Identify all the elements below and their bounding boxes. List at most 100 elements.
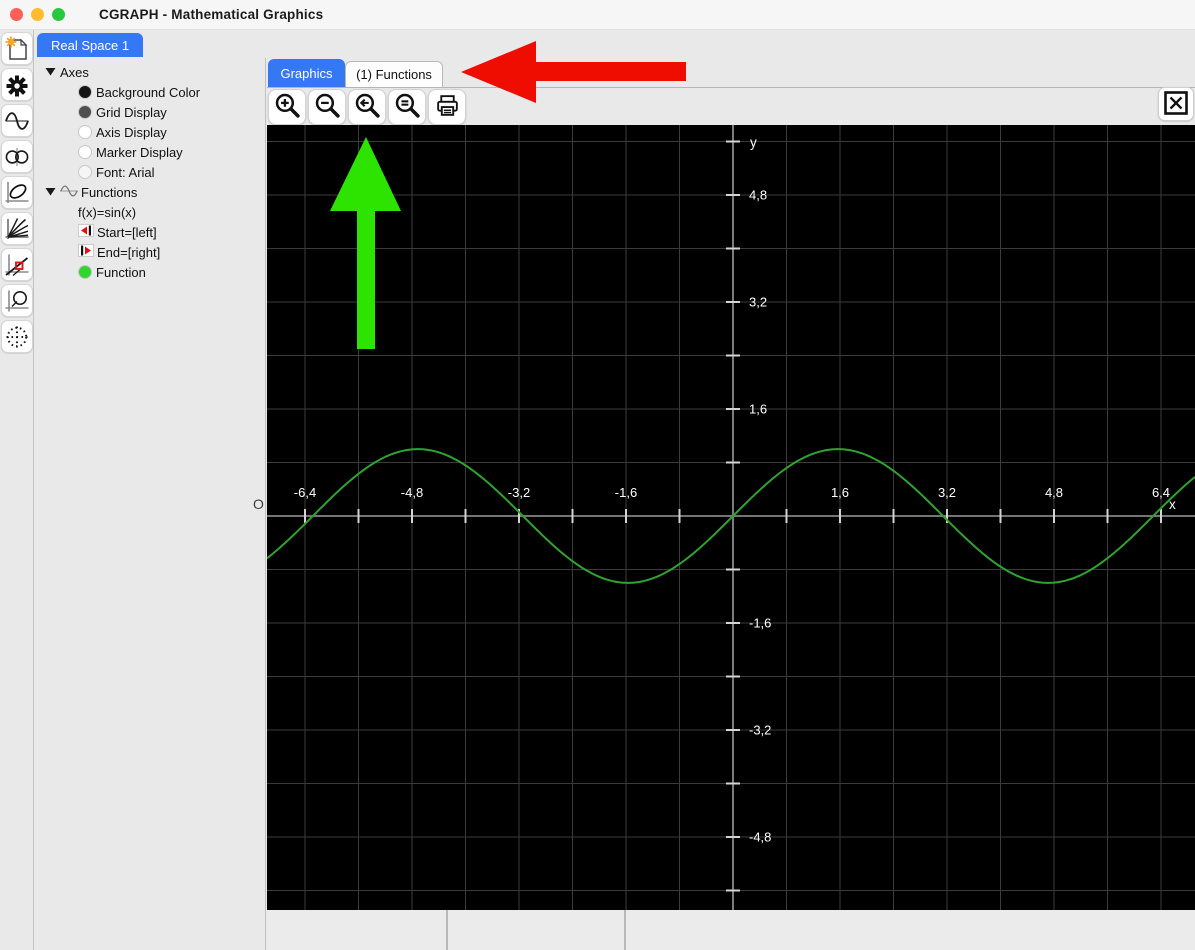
svg-text:3,2: 3,2	[749, 295, 767, 310]
svg-text:4,8: 4,8	[1045, 485, 1063, 500]
curve-family-button[interactable]	[1, 212, 33, 245]
print-button[interactable]	[428, 89, 466, 125]
app-window: CGRAPH - Mathematical Graphics Real Spac…	[0, 0, 1195, 950]
tree-item-label: Axis Display	[96, 124, 167, 140]
new-document-button[interactable]	[1, 32, 33, 65]
tab-label: Graphics	[280, 65, 333, 81]
close-icon	[1161, 88, 1191, 121]
tree-item-grid-display[interactable]: Grid Display	[35, 102, 265, 122]
tree-item-label: Function	[96, 264, 146, 280]
traffic-lights	[0, 8, 73, 21]
status-cell	[626, 910, 1195, 950]
zoom-in-icon	[274, 92, 301, 122]
svg-text:-4,8: -4,8	[749, 830, 771, 845]
tab-graphics[interactable]: Graphics	[268, 59, 345, 87]
color-swatch-icon	[78, 165, 92, 179]
expander-icon[interactable]	[45, 185, 56, 200]
zoom-reset-icon	[394, 92, 421, 122]
color-swatch-icon	[78, 85, 92, 99]
circle-axes-icon	[4, 288, 30, 314]
title-bar: CGRAPH - Mathematical Graphics	[0, 0, 1195, 30]
color-swatch-icon	[78, 105, 92, 119]
printer-icon	[434, 92, 461, 122]
zoom-in-button[interactable]	[268, 89, 306, 125]
svg-text:-1,6: -1,6	[749, 616, 771, 631]
tree-item-marker-display[interactable]: Marker Display	[35, 142, 265, 162]
origin-label: O	[253, 496, 264, 512]
close-view-button[interactable]	[1158, 87, 1194, 121]
sine-curve-small-icon	[60, 184, 78, 201]
status-cell	[448, 910, 626, 950]
svg-text:-6,4: -6,4	[294, 485, 316, 500]
workspace-tab-real-space-1[interactable]: Real Space 1	[37, 33, 144, 57]
double-circle-icon	[4, 144, 30, 170]
point-set-button[interactable]	[1, 320, 33, 353]
tree-item-label: Functions	[81, 184, 138, 200]
svg-text:6,4: 6,4	[1152, 485, 1170, 500]
svg-text:-1,6: -1,6	[615, 485, 637, 500]
tree-item-f-x-sin-x[interactable]: f(x)=sin(x)	[35, 202, 265, 222]
tree-item-label: Marker Display	[96, 144, 183, 160]
settings-button[interactable]	[1, 68, 33, 101]
sine-plot: -6,4 -4,8 -3,2 -1,6 1,6 3,2 4,8 6,4 4,8 3,2 1,6 -1,…	[266, 125, 1195, 910]
tree-item-label: Font: Arial	[96, 164, 155, 180]
zoom-back-button[interactable]	[348, 89, 386, 125]
close-window-button[interactable]	[10, 8, 23, 21]
svg-text:1,6: 1,6	[749, 402, 767, 417]
tree-item-functions[interactable]: Functions	[35, 182, 265, 202]
tree-item-axes[interactable]: Axes	[35, 62, 265, 82]
tree-item-label: Start=[left]	[97, 224, 157, 240]
tree-item-font-arial[interactable]: Font: Arial	[35, 162, 265, 182]
workspace-tab-label: Real Space 1	[51, 37, 130, 53]
tree-item-background-color[interactable]: Background Color	[35, 82, 265, 102]
tree-item-label: Grid Display	[96, 104, 167, 120]
svg-text:1,6: 1,6	[831, 485, 849, 500]
plot-canvas[interactable]: -6,4 -4,8 -3,2 -1,6 1,6 3,2 4,8 6,4 4,8 3,2 1,6 -1,…	[266, 125, 1195, 910]
tree-item-label: f(x)=sin(x)	[78, 204, 137, 220]
tree-item-label: Background Color	[96, 84, 201, 100]
zoom-out-icon	[314, 92, 341, 122]
tree-item-start-left[interactable]: Start=[left]	[35, 222, 265, 242]
tab-label: (1) Functions	[356, 67, 432, 82]
tree-item-label: End=[right]	[97, 244, 161, 260]
zoom-window-button[interactable]	[52, 8, 65, 21]
gear-icon	[4, 72, 30, 98]
implicit-plot-button[interactable]	[1, 284, 33, 317]
end-marker-icon	[78, 244, 94, 260]
zoom-out-button[interactable]	[308, 89, 346, 125]
svg-text:-3,2: -3,2	[749, 723, 771, 738]
curve-family-icon	[4, 216, 30, 242]
new-document-icon	[4, 36, 30, 62]
zoom-reset-button[interactable]	[388, 89, 426, 125]
minimize-window-button[interactable]	[31, 8, 44, 21]
svg-text:-3,2: -3,2	[508, 485, 530, 500]
svg-text:3,2: 3,2	[938, 485, 956, 500]
document-tab-bar: Graphics (1) Functions	[267, 58, 1195, 88]
ellipse-icon	[4, 180, 30, 206]
color-swatch-icon	[78, 125, 92, 139]
dotted-circle-icon	[4, 324, 30, 350]
function-plot-button[interactable]	[1, 104, 33, 137]
y-axis-label: y	[750, 135, 757, 150]
tree-item-axis-display[interactable]: Axis Display	[35, 122, 265, 142]
parametric-plot-button[interactable]	[1, 140, 33, 173]
window-title: CGRAPH - Mathematical Graphics	[99, 7, 324, 22]
expander-icon[interactable]	[45, 65, 56, 80]
status-bar	[267, 910, 1195, 950]
svg-text:-4,8: -4,8	[401, 485, 423, 500]
svg-text:4,8: 4,8	[749, 188, 767, 203]
color-swatch-icon	[78, 145, 92, 159]
tangent-line-icon	[4, 252, 30, 278]
ellipse-plot-button[interactable]	[1, 176, 33, 209]
tangent-tool-button[interactable]	[1, 248, 33, 281]
status-cell	[267, 910, 448, 950]
sine-curve-icon	[4, 108, 30, 134]
tree-item-function[interactable]: Function	[35, 262, 265, 282]
tree-item-end-right[interactable]: End=[right]	[35, 242, 265, 262]
start-marker-icon	[78, 224, 94, 240]
zoom-back-icon	[354, 92, 381, 122]
tab-1-functions[interactable]: (1) Functions	[345, 61, 443, 87]
color-swatch-icon	[78, 265, 92, 279]
graphics-toolbar	[267, 88, 1195, 125]
object-tree-panel: Axes Background Color Grid Display Axis Dis…	[35, 58, 266, 950]
